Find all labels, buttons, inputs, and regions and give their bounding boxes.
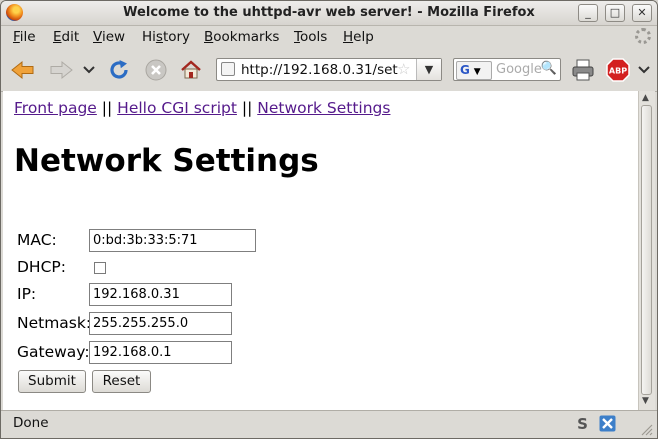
menu-history[interactable]: History <box>142 29 190 45</box>
search-icon[interactable]: 🔍 <box>541 61 557 76</box>
dhcp-checkbox[interactable] <box>94 262 106 274</box>
link-separator: || <box>101 99 113 117</box>
stop-icon[interactable] <box>144 58 168 82</box>
url-bar[interactable]: http://192.168.0.31/set ☆ ▼ <box>216 58 442 81</box>
maximize-button[interactable]: □ <box>605 4 625 22</box>
search-input[interactable]: Google <box>496 62 542 77</box>
scrollbar-thumb[interactable] <box>641 105 652 395</box>
menu-view-rest: iew <box>101 29 126 45</box>
xmarks-sync-icon[interactable] <box>599 415 616 432</box>
ip-field[interactable]: 192.168.0.31 <box>89 283 232 306</box>
netmask-field[interactable]: 255.255.255.0 <box>89 312 232 335</box>
skype-icon[interactable]: S <box>574 415 591 433</box>
menu-bookmarks[interactable]: Bookmarks <box>204 29 279 45</box>
menu-help-accel: H <box>343 29 354 45</box>
menu-file-accel: F <box>13 29 20 45</box>
front-page-link[interactable]: Front page <box>14 99 97 117</box>
print-icon[interactable] <box>570 58 596 82</box>
page-title: Network Settings <box>14 143 319 179</box>
chevron-down-icon: ▼ <box>473 67 481 77</box>
scroll-down-icon[interactable]: ▼ <box>642 396 649 406</box>
forward-icon[interactable] <box>49 59 73 81</box>
status-text: Done <box>13 415 49 431</box>
dhcp-label: DHCP: <box>17 258 66 276</box>
menu-help[interactable]: Help <box>343 29 374 45</box>
submit-button[interactable]: Submit <box>18 370 86 393</box>
overflow-chevron-icon[interactable] <box>637 62 651 78</box>
menu-edit-accel: E <box>53 29 62 45</box>
window-title: Welcome to the uhttpd-avr web server! - … <box>123 5 535 20</box>
throbber-icon <box>635 28 651 44</box>
menu-edit-rest: dit <box>61 29 80 45</box>
page-content: Front page || Hello CGI script || Networ… <box>3 91 638 410</box>
hello-cgi-link[interactable]: Hello CGI script <box>117 99 237 117</box>
history-dropdown-icon[interactable] <box>81 61 97 79</box>
menu-view[interactable]: View <box>93 29 125 45</box>
mac-label: MAC: <box>17 231 57 249</box>
back-icon[interactable] <box>11 59 35 81</box>
url-input[interactable]: http://192.168.0.31/set <box>241 62 398 78</box>
home-icon[interactable] <box>179 58 203 82</box>
menu-history-rest: tory <box>162 29 191 45</box>
menu-help-rest: elp <box>353 29 374 45</box>
svg-text:S: S <box>577 415 588 432</box>
minimize-button[interactable]: _ <box>578 4 598 22</box>
gateway-label: Gateway: <box>17 343 90 361</box>
navigation-toolbar: http://192.168.0.31/set ☆ ▼ G ▼ Google 🔍… <box>1 48 657 92</box>
reload-icon[interactable] <box>107 58 131 82</box>
google-g-icon: G <box>460 63 470 77</box>
search-engine-selector[interactable]: G ▼ <box>456 61 492 80</box>
nav-links: Front page || Hello CGI script || Networ… <box>14 99 390 117</box>
menu-file-rest: ile <box>19 29 36 45</box>
scroll-up-icon[interactable]: ▲ <box>642 93 649 103</box>
resize-grip-icon[interactable] <box>639 421 653 436</box>
site-favicon-icon <box>221 62 235 76</box>
menu-file[interactable]: File <box>13 29 36 45</box>
menu-edit[interactable]: Edit <box>53 29 79 45</box>
menu-view-accel: V <box>93 29 102 45</box>
menu-tools-rest: ools <box>299 29 328 45</box>
url-dropdown-button[interactable]: ▼ <box>416 59 441 80</box>
bookmark-star-icon[interactable]: ☆ <box>397 60 410 78</box>
vertical-scrollbar[interactable]: ▲ ▼ <box>638 91 655 410</box>
link-separator: || <box>241 99 253 117</box>
gateway-field[interactable]: 192.168.0.1 <box>89 341 232 364</box>
menu-history-accel: s <box>155 29 163 45</box>
mac-field[interactable]: 0:bd:3b:33:5:71 <box>89 229 256 252</box>
menu-history-pre: Hi <box>142 29 156 45</box>
network-settings-link[interactable]: Network Settings <box>257 99 390 117</box>
title-bar: Welcome to the uhttpd-avr web server! - … <box>1 1 657 26</box>
netmask-label: Netmask: <box>17 314 92 332</box>
ip-label: IP: <box>17 285 37 303</box>
menu-bookmarks-accel: B <box>204 29 214 45</box>
menu-tools[interactable]: Tools <box>294 29 327 45</box>
adblock-label: ABP <box>609 67 627 76</box>
browser-window: Welcome to the uhttpd-avr web server! - … <box>0 0 658 439</box>
menu-bookmarks-rest: ookmarks <box>213 29 280 45</box>
reset-button[interactable]: Reset <box>92 370 151 393</box>
close-button[interactable]: ✕ <box>632 4 652 22</box>
adblock-icon[interactable]: ABP <box>606 58 630 82</box>
status-bar: Done S <box>1 410 657 438</box>
menu-bar: File Edit View History Bookmarks Tools H… <box>1 25 657 48</box>
search-bar[interactable]: G ▼ Google 🔍 <box>453 58 561 81</box>
